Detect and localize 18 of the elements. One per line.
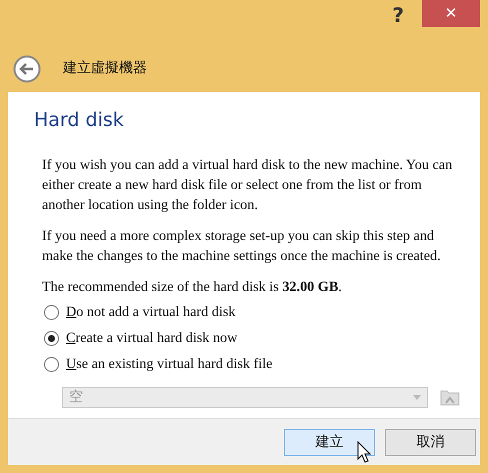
radio-button[interactable]	[44, 357, 59, 372]
wizard-title: 建立虛擬機器	[63, 59, 147, 78]
paragraph: If you need a more complex storage set-up you can skip this step and make the changes to the machine settings once the machine is created.	[42, 226, 442, 266]
paragraph: The recommended size of the hard disk is 32.00 GB.	[42, 278, 343, 296]
dropdown-arrow-icon	[413, 394, 422, 400]
folder-icon[interactable]	[440, 388, 460, 406]
radio-button[interactable]	[44, 331, 59, 346]
close-button[interactable]: ✕	[422, 0, 480, 27]
help-button[interactable]: ?	[392, 4, 404, 26]
paragraph: If you wish you can add a virtual hard disk to the new machine. You can either create a new hard disk file or select one from the list or from another location using the folder icon.	[42, 156, 454, 214]
dialog-button[interactable]: 建立	[284, 428, 375, 456]
radio-label[interactable]: Use an existing virtual hard disk file	[66, 354, 272, 376]
back-button[interactable]	[13, 54, 41, 82]
dialog-button[interactable]: 取消	[385, 428, 476, 456]
radio-label[interactable]: Create a virtual hard disk now	[66, 328, 238, 350]
page-heading: Hard disk	[34, 108, 125, 133]
radio-label[interactable]: Do not add a virtual hard disk	[66, 302, 236, 324]
radio-button[interactable]	[44, 305, 59, 320]
